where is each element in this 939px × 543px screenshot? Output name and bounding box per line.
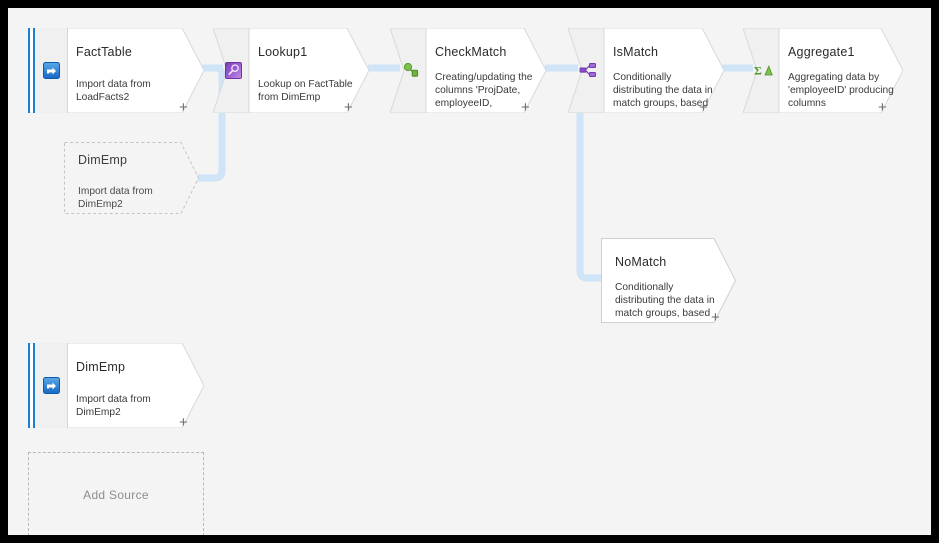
dimemp-source-title: DimEmp	[76, 360, 126, 374]
lookup1-add-button[interactable]: +	[344, 100, 353, 115]
ismatch-title: IsMatch	[613, 45, 659, 59]
conditional-split-icon	[579, 61, 598, 84]
lookup1-content: Lookup1 Lookup on FactTable from DimEmp	[258, 28, 358, 113]
lookup1-title: Lookup1	[258, 45, 308, 59]
aggregate-sigma-icon: Σ	[754, 62, 773, 84]
dimemp-ghost-description: Import data from DimEmp2	[78, 186, 153, 211]
aggregate1-add-button[interactable]: +	[878, 100, 887, 115]
dimemp-source-description: Import data from DimEmp2	[76, 394, 151, 419]
dimemp-ghost-content: DimEmp Import data from DimEmp2	[78, 142, 188, 214]
node-facttable[interactable]: FactTable Import data from LoadFacts2 +	[28, 28, 204, 115]
nomatch-description: Conditionally distributing the data in m…	[615, 282, 715, 320]
facttable-icon-pane	[35, 28, 68, 113]
facttable-add-button[interactable]: +	[179, 100, 188, 115]
data-flow-canvas[interactable]: FactTable Import data from LoadFacts2 + …	[8, 8, 931, 535]
derived-column-icon	[402, 61, 420, 84]
dimemp-source-add-button[interactable]: +	[179, 415, 188, 430]
svg-text:Σ: Σ	[754, 64, 762, 78]
node-lookup1[interactable]: Lookup1 Lookup on FactTable from DimEmp …	[213, 28, 369, 115]
import-source-icon	[43, 377, 60, 394]
node-nomatch[interactable]: NoMatch Conditionally distributing the d…	[601, 238, 736, 325]
dimemp-ghost-title: DimEmp	[78, 153, 128, 167]
facttable-description: Import data from LoadFacts2	[76, 79, 151, 104]
source-accent-bar-outer	[28, 28, 30, 113]
checkmatch-add-button[interactable]: +	[521, 100, 530, 115]
dimemp-icon-pane	[35, 343, 68, 428]
add-source-button[interactable]: Add Source	[28, 452, 204, 535]
aggregate1-title: Aggregate1	[788, 45, 855, 59]
add-source-label: Add Source	[83, 488, 149, 502]
import-source-icon	[43, 62, 60, 79]
ismatch-add-button[interactable]: +	[699, 100, 708, 115]
node-aggregate1[interactable]: Σ Aggregate1 Aggregating data by 'employ…	[743, 28, 903, 115]
node-ismatch[interactable]: IsMatch Conditionally distributing the d…	[568, 28, 724, 115]
dimemp-source-content: DimEmp Import data from DimEmp2	[76, 343, 186, 428]
node-checkmatch[interactable]: CheckMatch Creating/updating the columns…	[390, 28, 546, 115]
facttable-content: FactTable Import data from LoadFacts2	[76, 28, 186, 113]
facttable-title: FactTable	[76, 45, 132, 59]
nomatch-add-button[interactable]: +	[711, 310, 720, 325]
nomatch-title: NoMatch	[615, 255, 667, 269]
application-frame: FactTable Import data from LoadFacts2 + …	[0, 0, 939, 543]
node-dimemp-source[interactable]: DimEmp Import data from DimEmp2 +	[28, 343, 204, 430]
checkmatch-title: CheckMatch	[435, 45, 507, 59]
nomatch-content: NoMatch Conditionally distributing the d…	[615, 238, 721, 323]
dimemp-accent-bar-outer	[28, 343, 30, 428]
lookup-magnifier-icon	[225, 62, 242, 79]
node-dimemp-ghost[interactable]: DimEmp Import data from DimEmp2	[64, 142, 199, 214]
